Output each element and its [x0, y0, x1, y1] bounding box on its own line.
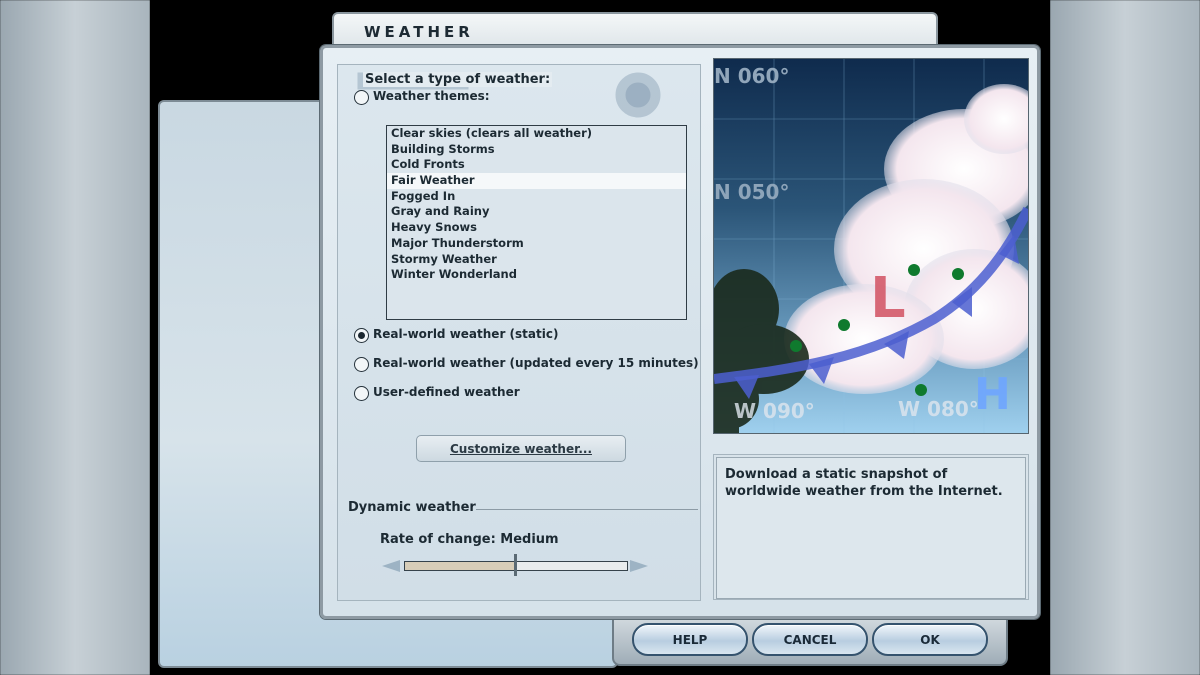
list-item[interactable]: Fair Weather — [387, 173, 686, 189]
weather-themes-list[interactable]: Clear skies (clears all weather) Building… — [386, 125, 687, 320]
label-n060: N 060° — [714, 64, 789, 88]
list-item[interactable]: Winter Wonderland — [387, 267, 686, 283]
slider-fill — [405, 562, 516, 570]
list-item[interactable]: Building Storms — [387, 142, 686, 158]
list-item[interactable]: Major Thunderstorm — [387, 236, 686, 252]
slider-decrease-arrow-icon[interactable] — [382, 560, 400, 572]
label-w080: W 080° — [898, 397, 979, 421]
dynamic-weather-divider — [476, 509, 698, 510]
weather-preview-image: N 060° N 050° W 090° W 080° L H — [713, 58, 1029, 434]
select-weather-heading: Select a type of weather: — [363, 72, 553, 87]
ok-button[interactable]: OK — [872, 623, 988, 656]
description-inner: Download a static snapshot of worldwide … — [716, 457, 1026, 599]
game-ui-stage: WEATHER HELP CANCEL OK Select a type of … — [150, 0, 1050, 675]
list-item[interactable]: Clear skies (clears all weather) — [387, 126, 686, 142]
dynamic-weather-heading: Dynamic weather — [348, 500, 476, 515]
footer-button-bar: HELP CANCEL OK — [612, 612, 1008, 666]
radio-weather-themes[interactable] — [354, 90, 369, 105]
window-title: WEATHER — [364, 23, 474, 41]
slider-increase-arrow-icon[interactable] — [630, 560, 648, 572]
radio-real-world-static-label[interactable]: Real-world weather (static) — [373, 327, 558, 341]
list-item[interactable]: Cold Fronts — [387, 157, 686, 173]
description-text: Download a static snapshot of worldwide … — [725, 467, 1003, 499]
weather-map-illustration: N 060° N 050° W 090° W 080° L H — [714, 59, 1028, 433]
background-left-blur — [0, 0, 150, 675]
list-item[interactable]: Gray and Rainy — [387, 204, 686, 220]
help-button[interactable]: HELP — [632, 623, 748, 656]
rate-of-change-label: Rate of change: Medium — [380, 532, 559, 547]
customize-weather-button[interactable]: Customize weather... — [416, 435, 626, 462]
list-item[interactable]: Fogged In — [387, 189, 686, 205]
radio-real-world-updated[interactable] — [354, 357, 369, 372]
radio-user-defined-label[interactable]: User-defined weather — [373, 385, 520, 399]
label-n050: N 050° — [714, 180, 789, 204]
list-item[interactable]: Stormy Weather — [387, 252, 686, 268]
list-item[interactable]: Heavy Snows — [387, 220, 686, 236]
slider-thumb[interactable] — [514, 554, 517, 576]
label-w090: W 090° — [734, 399, 815, 423]
radio-weather-themes-label[interactable]: Weather themes: — [373, 89, 490, 103]
radio-real-world-updated-label[interactable]: Real-world weather (updated every 15 min… — [373, 356, 699, 370]
cancel-button[interactable]: CANCEL — [752, 623, 868, 656]
weather-type-pane: Select a type of weather: Weather themes… — [337, 64, 701, 601]
radio-user-defined[interactable] — [354, 386, 369, 401]
low-pressure-marker: L — [870, 266, 906, 331]
radio-real-world-static[interactable] — [354, 328, 369, 343]
high-pressure-marker: H — [974, 369, 1011, 420]
weather-dialog: Select a type of weather: Weather themes… — [320, 45, 1040, 619]
background-right-blur — [1050, 0, 1200, 675]
description-panel: Download a static snapshot of worldwide … — [713, 454, 1029, 600]
